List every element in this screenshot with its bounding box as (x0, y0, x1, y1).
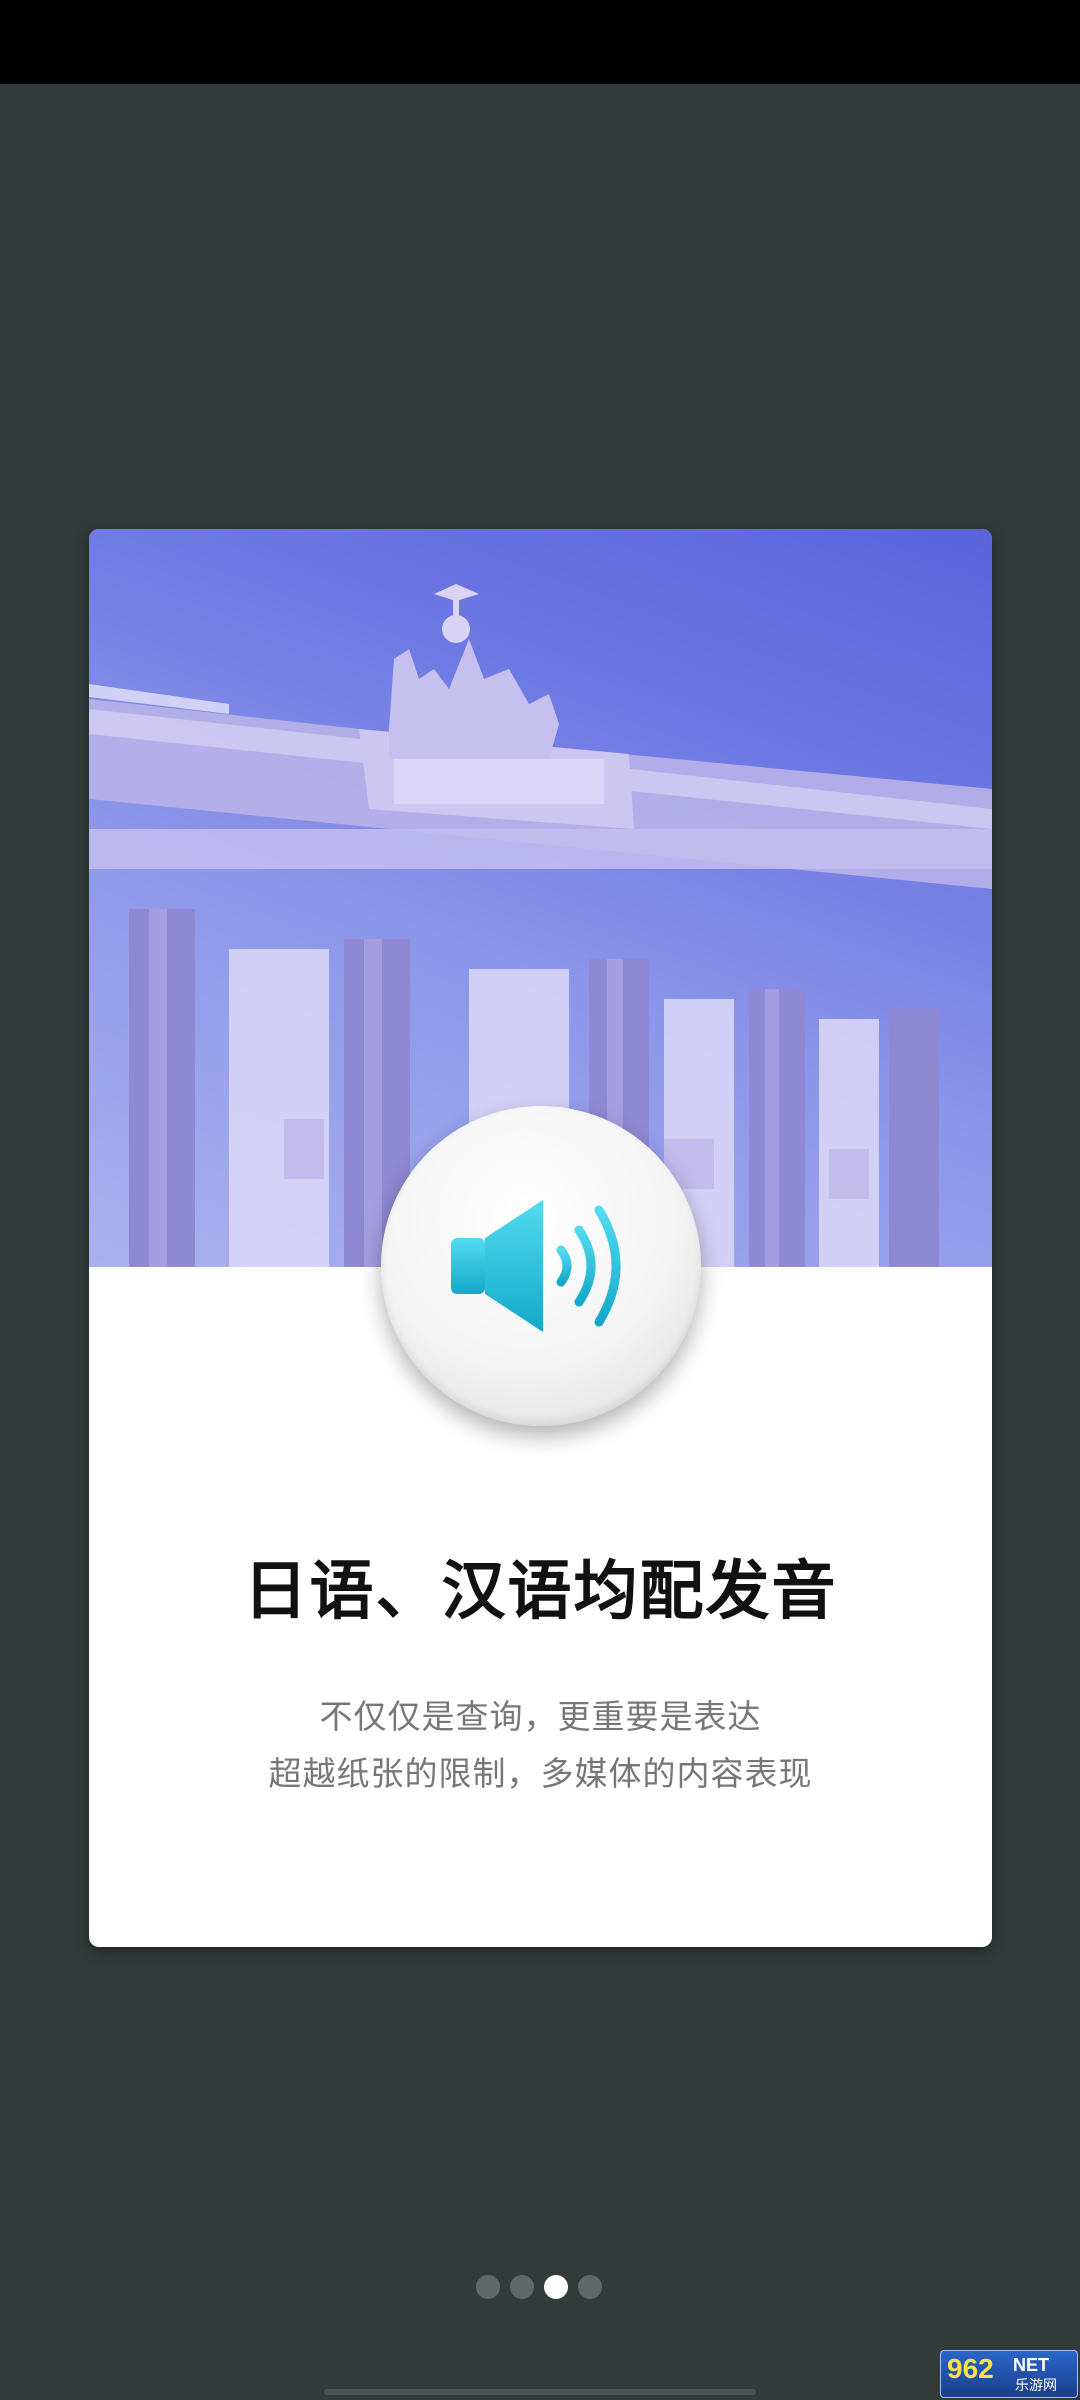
play-pronunciation-button[interactable] (381, 1106, 701, 1426)
page-dot-4[interactable] (578, 2275, 602, 2299)
site-watermark-logo: 962 NET 乐游网 (940, 2350, 1078, 2398)
page-dot-1[interactable] (476, 2275, 500, 2299)
page-dot-3-active[interactable] (544, 2275, 568, 2299)
feature-description-line-1: 不仅仅是查询，更重要是表达 (319, 1697, 762, 1736)
watermark-number: 962 (947, 2353, 994, 2384)
page-indicator (476, 2275, 602, 2299)
watermark-site-name: 乐游网 (1015, 2378, 1057, 2394)
speaker-volume-icon (451, 1200, 621, 1332)
feature-description-line-2: 超越纸张的限制，多媒体的内容表现 (268, 1754, 813, 1793)
gesture-navigation-bar[interactable] (324, 2389, 756, 2395)
status-bar (0, 0, 1080, 84)
watermark-suffix: NET (1013, 2355, 1049, 2375)
feature-title: 日语、汉语均配发音 (243, 1555, 838, 1629)
page-dot-2[interactable] (510, 2275, 534, 2299)
